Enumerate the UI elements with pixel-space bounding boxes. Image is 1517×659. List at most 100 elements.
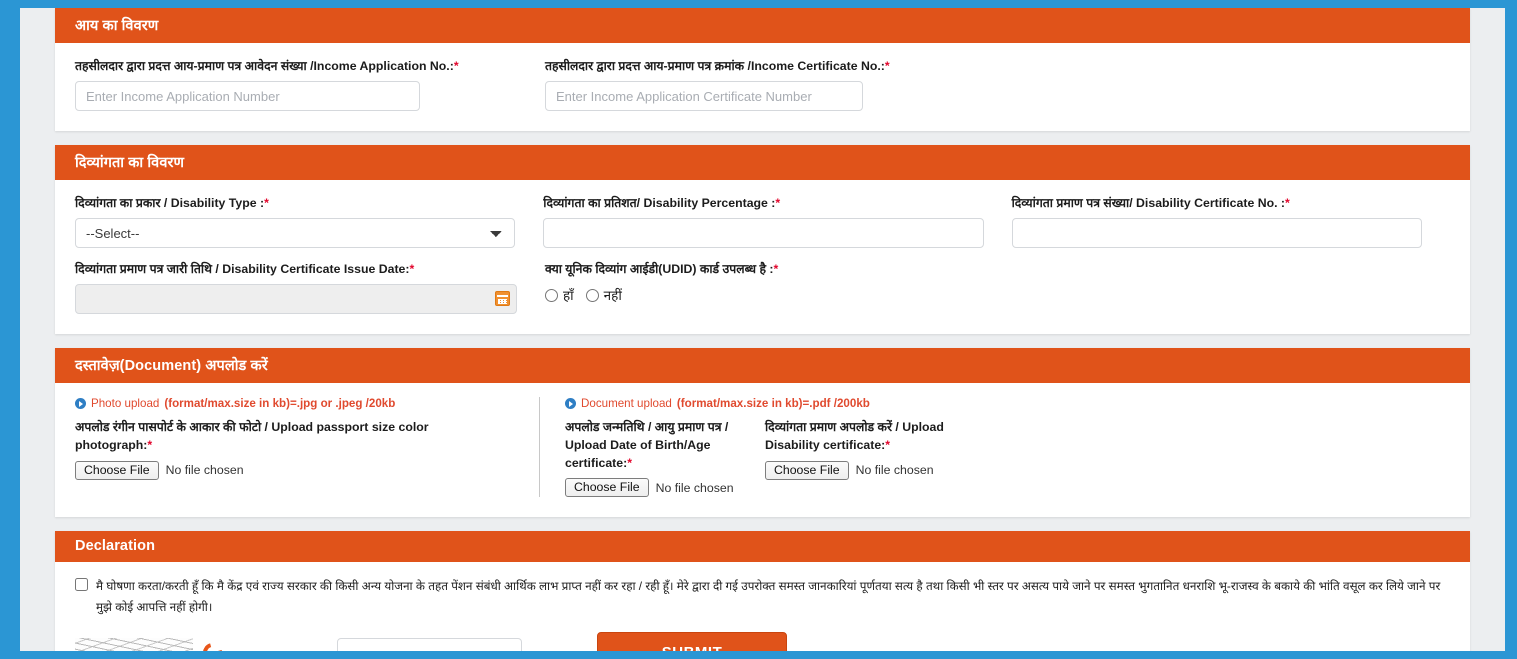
captcha-image (75, 637, 193, 651)
disability-percentage-label-text: दिव्यांगता का प्रतिशत/ Disability Percen… (543, 196, 776, 210)
choose-file-button[interactable]: Choose File (75, 460, 159, 480)
disability-certificate-no-label: दिव्यांगता प्रमाण पत्र संख्या/ Disabilit… (1012, 194, 1422, 211)
disability-row-2: दिव्यांगता प्रमाण पत्र जारी तिथि / Disab… (75, 260, 1450, 314)
dob-certificate-upload: अपलोड जन्मतिथि / आयु प्रमाण पत्र / Uploa… (565, 419, 765, 498)
disability-issue-date-wrapper (75, 284, 517, 314)
required-asterisk: * (409, 262, 415, 276)
disability-certificate-no-field: दिव्यांगता प्रमाण पत्र संख्या/ Disabilit… (1011, 194, 1450, 248)
udid-radio-no-input[interactable] (585, 288, 599, 302)
udid-availability-field: क्या यूनिक दिव्यांग आईडी(UDID) कार्ड उपल… (545, 260, 1015, 314)
udid-radio-yes[interactable]: हाँ (545, 286, 574, 304)
income-certificate-label: तहसीलदार द्वारा प्रदत्त आय-प्रमाण पत्र क… (545, 57, 987, 74)
disability-percentage-input[interactable] (543, 218, 984, 248)
required-asterisk: * (264, 196, 269, 210)
captcha-input[interactable] (337, 637, 522, 651)
photo-upload-column: Photo upload (format/max.size in kb)=.jp… (75, 397, 540, 498)
disability-certificate-upload-label: दिव्यांगता प्रमाण अपलोड करें / Upload Di… (765, 419, 999, 455)
declaration-checkbox[interactable] (75, 578, 88, 592)
photo-upload-note-lead: Photo upload (91, 397, 160, 410)
passport-photo-label: अपलोड रंगीन पासपोर्ट के आकार की फोटो / U… (75, 419, 493, 455)
disability-certificate-upload: दिव्यांगता प्रमाण अपलोड करें / Upload Di… (765, 419, 1025, 497)
udid-radio-no-label: नहीं (603, 288, 622, 303)
file-status-text: No file chosen (655, 480, 734, 495)
required-asterisk: * (147, 437, 153, 452)
dob-certificate-file-control[interactable]: Choose File No file chosen (565, 478, 734, 498)
disability-row-1: दिव्यांगता का प्रकार / Disability Type :… (75, 194, 1450, 248)
file-status-text: No file chosen (165, 463, 244, 478)
photo-upload-note-spec: (format/max.size in kb)=.jpg or .jpeg /2… (164, 397, 396, 410)
passport-photo-label-text: अपलोड रंगीन पासपोर्ट के आकार की फोटो / U… (75, 420, 429, 452)
disability-details-header: दिव्यांगता का विवरण (55, 145, 1470, 180)
photo-upload-note: Photo upload (format/max.size in kb)=.jp… (75, 397, 519, 410)
dob-certificate-label: अपलोड जन्मतिथि / आयु प्रमाण पत्र / Uploa… (565, 419, 739, 472)
disability-type-select[interactable]: --Select-- (75, 218, 516, 248)
disability-certificate-upload-label-text: दिव्यांगता प्रमाण अपलोड करें / Upload Di… (765, 420, 944, 452)
document-upload-inner: अपलोड जन्मतिथि / आयु प्रमाण पत्र / Uploa… (565, 419, 1450, 498)
required-asterisk: * (884, 59, 890, 73)
choose-file-button[interactable]: Choose File (765, 460, 849, 480)
disability-issue-date-field: दिव्यांगता प्रमाण पत्र जारी तिथि / Disab… (75, 260, 545, 314)
passport-photo-upload: अपलोड रंगीन पासपोर्ट के आकार की फोटो / U… (75, 419, 519, 480)
photo-upload-inner: अपलोड रंगीन पासपोर्ट के आकार की फोटो / U… (75, 419, 519, 480)
disability-type-label: दिव्यांगता का प्रकार / Disability Type :… (75, 194, 515, 211)
disability-certificate-file-control[interactable]: Choose File No file chosen (765, 460, 934, 480)
arrow-circle-icon (75, 398, 86, 409)
udid-radio-group: हाँ नहीं (545, 284, 987, 304)
disability-certificate-no-label-text: दिव्यांगता प्रमाण पत्र संख्या/ Disabilit… (1011, 196, 1286, 210)
income-application-label-text: तहसीलदार द्वारा प्रदत्त आय-प्रमाण पत्र आ… (75, 59, 454, 73)
declaration-header: Declaration (55, 531, 1470, 563)
income-details-body: तहसीलदार द्वारा प्रदत्त आय-प्रमाण पत्र आ… (55, 43, 1470, 131)
required-asterisk: * (885, 437, 891, 452)
income-application-input[interactable] (75, 81, 420, 111)
page-viewport: आय का विवरण तहसीलदार द्वारा प्रदत्त आय-प… (20, 8, 1505, 651)
income-certificate-field: तहसीलदार द्वारा प्रदत्त आय-प्रमाण पत्र क… (545, 57, 1015, 111)
declaration-body: मै घोषणा करता/करती हूँ कि मै केंद्र एवं … (55, 562, 1470, 651)
disability-type-field: दिव्यांगता का प्रकार / Disability Type :… (75, 194, 543, 248)
income-certificate-input[interactable] (545, 81, 863, 111)
required-asterisk: * (627, 455, 632, 470)
udid-radio-yes-label: हाँ (563, 288, 574, 303)
udid-availability-label-text: क्या यूनिक दिव्यांग आईडी(UDID) कार्ड उपल… (545, 262, 774, 276)
required-asterisk: * (775, 196, 781, 210)
required-asterisk: * (773, 262, 779, 276)
udid-availability-label: क्या यूनिक दिव्यांग आईडी(UDID) कार्ड उपल… (545, 260, 987, 277)
file-status-text: No file chosen (855, 463, 934, 478)
disability-type-label-text: दिव्यांगता का प्रकार / Disability Type : (75, 196, 265, 210)
declaration-card: Declaration मै घोषणा करता/करती हूँ कि मै… (55, 531, 1470, 651)
income-application-label: तहसीलदार द्वारा प्रदत्त आय-प्रमाण पत्र आ… (75, 57, 517, 74)
disability-issue-date-label: दिव्यांगता प्रमाण पत्र जारी तिथि / Disab… (75, 260, 517, 277)
arrow-circle-icon (565, 398, 576, 409)
choose-file-button[interactable]: Choose File (565, 478, 649, 498)
income-application-field: तहसीलदार द्वारा प्रदत्त आय-प्रमाण पत्र आ… (75, 57, 545, 111)
dob-certificate-label-text: अपलोड जन्मतिथि / आयु प्रमाण पत्र / Uploa… (565, 420, 729, 470)
disability-issue-date-label-text: दिव्यांगता प्रमाण पत्र जारी तिथि / Disab… (75, 262, 410, 276)
income-details-header: आय का विवरण (55, 8, 1470, 43)
disability-percentage-label: दिव्यांगता का प्रतिशत/ Disability Percen… (543, 194, 983, 211)
document-upload-column: Document upload (format/max.size in kb)=… (540, 397, 1450, 498)
form-content: आय का विवरण तहसीलदार द्वारा प्रदत्त आय-प… (20, 8, 1505, 651)
refresh-captcha-icon[interactable] (199, 639, 226, 651)
declaration-row: मै घोषणा करता/करती हूँ कि मै केंद्र एवं … (75, 576, 1450, 617)
document-upload-body: Photo upload (format/max.size in kb)=.jp… (55, 383, 1470, 517)
income-fields-row: तहसीलदार द्वारा प्रदत्त आय-प्रमाण पत्र आ… (75, 57, 1450, 111)
udid-radio-no[interactable]: नहीं (585, 286, 622, 304)
required-asterisk: * (453, 59, 459, 73)
required-asterisk: * (1285, 196, 1290, 210)
captcha-row: SUBMIT (75, 631, 1450, 651)
declaration-text: मै घोषणा करता/करती हूँ कि मै केंद्र एवं … (96, 579, 1441, 615)
document-upload-note-lead: Document upload (581, 397, 672, 410)
disability-details-body: दिव्यांगता का प्रकार / Disability Type :… (55, 180, 1470, 334)
income-details-card: आय का विवरण तहसीलदार द्वारा प्रदत्त आय-प… (55, 8, 1470, 131)
calendar-icon[interactable] (495, 291, 510, 306)
upload-columns: Photo upload (format/max.size in kb)=.jp… (75, 397, 1450, 498)
submit-button[interactable]: SUBMIT (597, 631, 787, 651)
disability-issue-date-input[interactable] (75, 284, 517, 314)
disability-certificate-no-input[interactable] (1011, 218, 1422, 248)
udid-radio-yes-input[interactable] (545, 288, 558, 302)
document-upload-header: दस्तावेज़(Document) अपलोड करें (55, 348, 1470, 383)
document-upload-note-spec: (format/max.size in kb)=.pdf /200kb (676, 397, 870, 410)
passport-photo-file-control[interactable]: Choose File No file chosen (75, 460, 244, 480)
document-upload-card: दस्तावेज़(Document) अपलोड करें Photo upl… (55, 348, 1470, 518)
